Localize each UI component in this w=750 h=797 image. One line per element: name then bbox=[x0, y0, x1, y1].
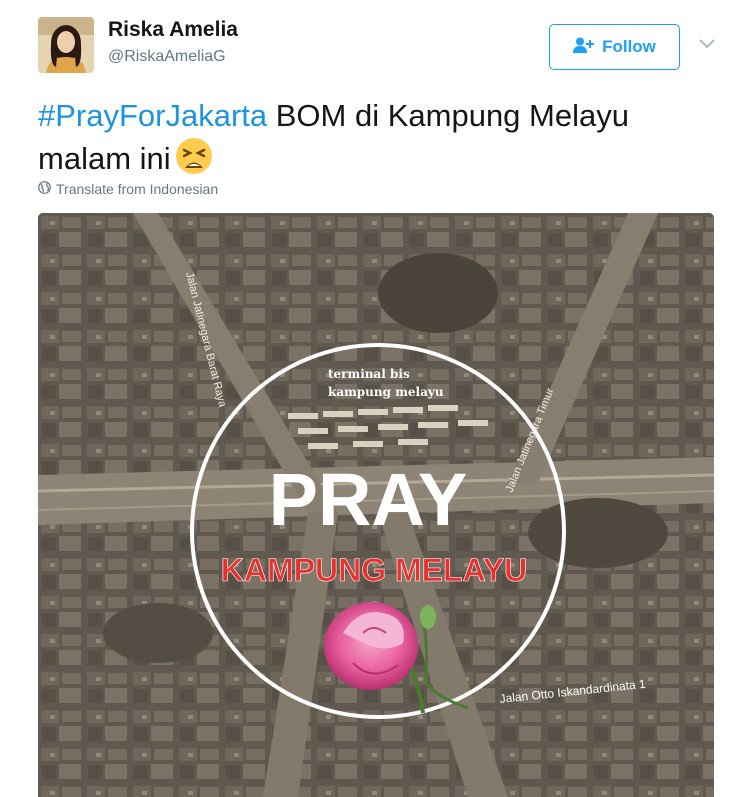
display-name[interactable]: Riska Amelia bbox=[108, 18, 238, 42]
tweet-image[interactable]: terminal bis kampung melayu Jalan Jatine… bbox=[38, 213, 714, 797]
follow-button-label: Follow bbox=[602, 37, 656, 56]
chevron-down-icon[interactable] bbox=[697, 36, 717, 52]
add-user-icon bbox=[573, 37, 595, 58]
kampung-melayu-subheadline: KAMPUNG MELAYU bbox=[221, 552, 527, 588]
user-handle[interactable]: @RiskaAmeliaG bbox=[108, 48, 226, 66]
follow-button[interactable]: Follow bbox=[549, 24, 680, 70]
globe-icon bbox=[38, 181, 51, 197]
terminal-label-line1: terminal bis bbox=[328, 367, 410, 381]
avatar[interactable] bbox=[38, 17, 94, 73]
aerial-map-image: terminal bis kampung melayu Jalan Jatine… bbox=[38, 213, 714, 797]
translate-label: Translate from Indonesian bbox=[56, 181, 219, 197]
hashtag-link[interactable]: #PrayForJakarta bbox=[38, 98, 267, 133]
tweet-text: #PrayForJakarta BOM di Kampung Melayu ma… bbox=[38, 94, 718, 180]
pray-headline: PRAY bbox=[269, 458, 468, 541]
translate-link[interactable]: Translate from Indonesian bbox=[38, 181, 218, 197]
avatar-image bbox=[38, 17, 94, 73]
weary-face-icon bbox=[175, 137, 213, 175]
terminal-label-line2: kampung melayu bbox=[328, 385, 444, 399]
